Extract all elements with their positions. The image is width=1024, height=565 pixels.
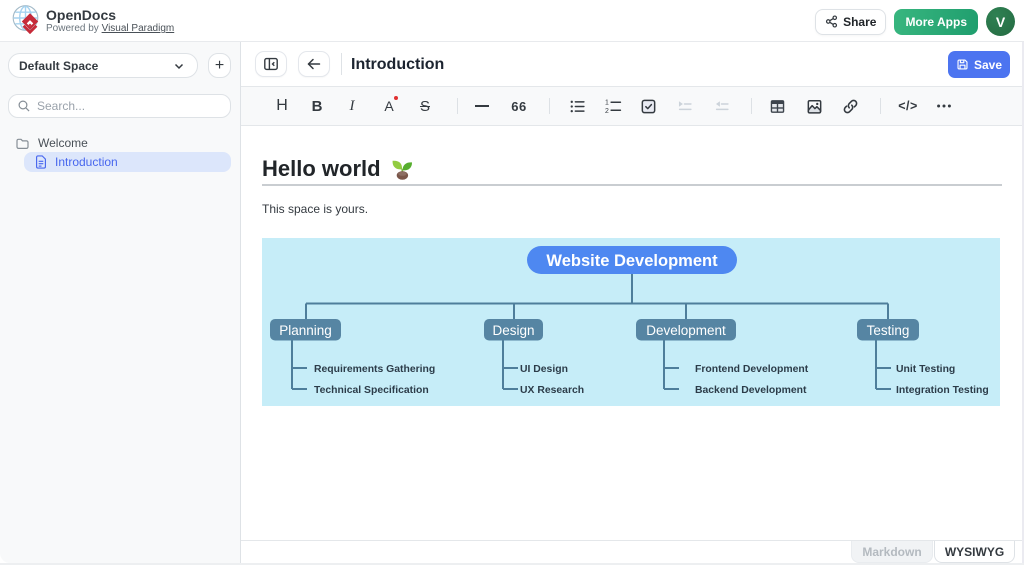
svg-text:Planning: Planning: [279, 323, 332, 338]
svg-text:Website Development: Website Development: [546, 252, 718, 270]
svg-text:Unit Testing: Unit Testing: [896, 364, 955, 375]
svg-text:Design: Design: [492, 323, 534, 338]
svg-text:Requirements Gathering: Requirements Gathering: [314, 364, 435, 375]
svg-text:Frontend Development: Frontend Development: [695, 364, 809, 375]
svg-text:Backend Development: Backend Development: [695, 385, 807, 396]
svg-text:Integration Testing: Integration Testing: [896, 385, 989, 396]
svg-text:2: 2: [605, 107, 609, 114]
svg-text:Testing: Testing: [867, 323, 910, 338]
svg-text:UX Research: UX Research: [520, 385, 584, 396]
svg-text:Technical Specification: Technical Specification: [314, 385, 429, 396]
svg-text:Development: Development: [646, 323, 726, 338]
svg-text:UI Design: UI Design: [520, 364, 568, 375]
svg-text:1: 1: [605, 99, 609, 106]
